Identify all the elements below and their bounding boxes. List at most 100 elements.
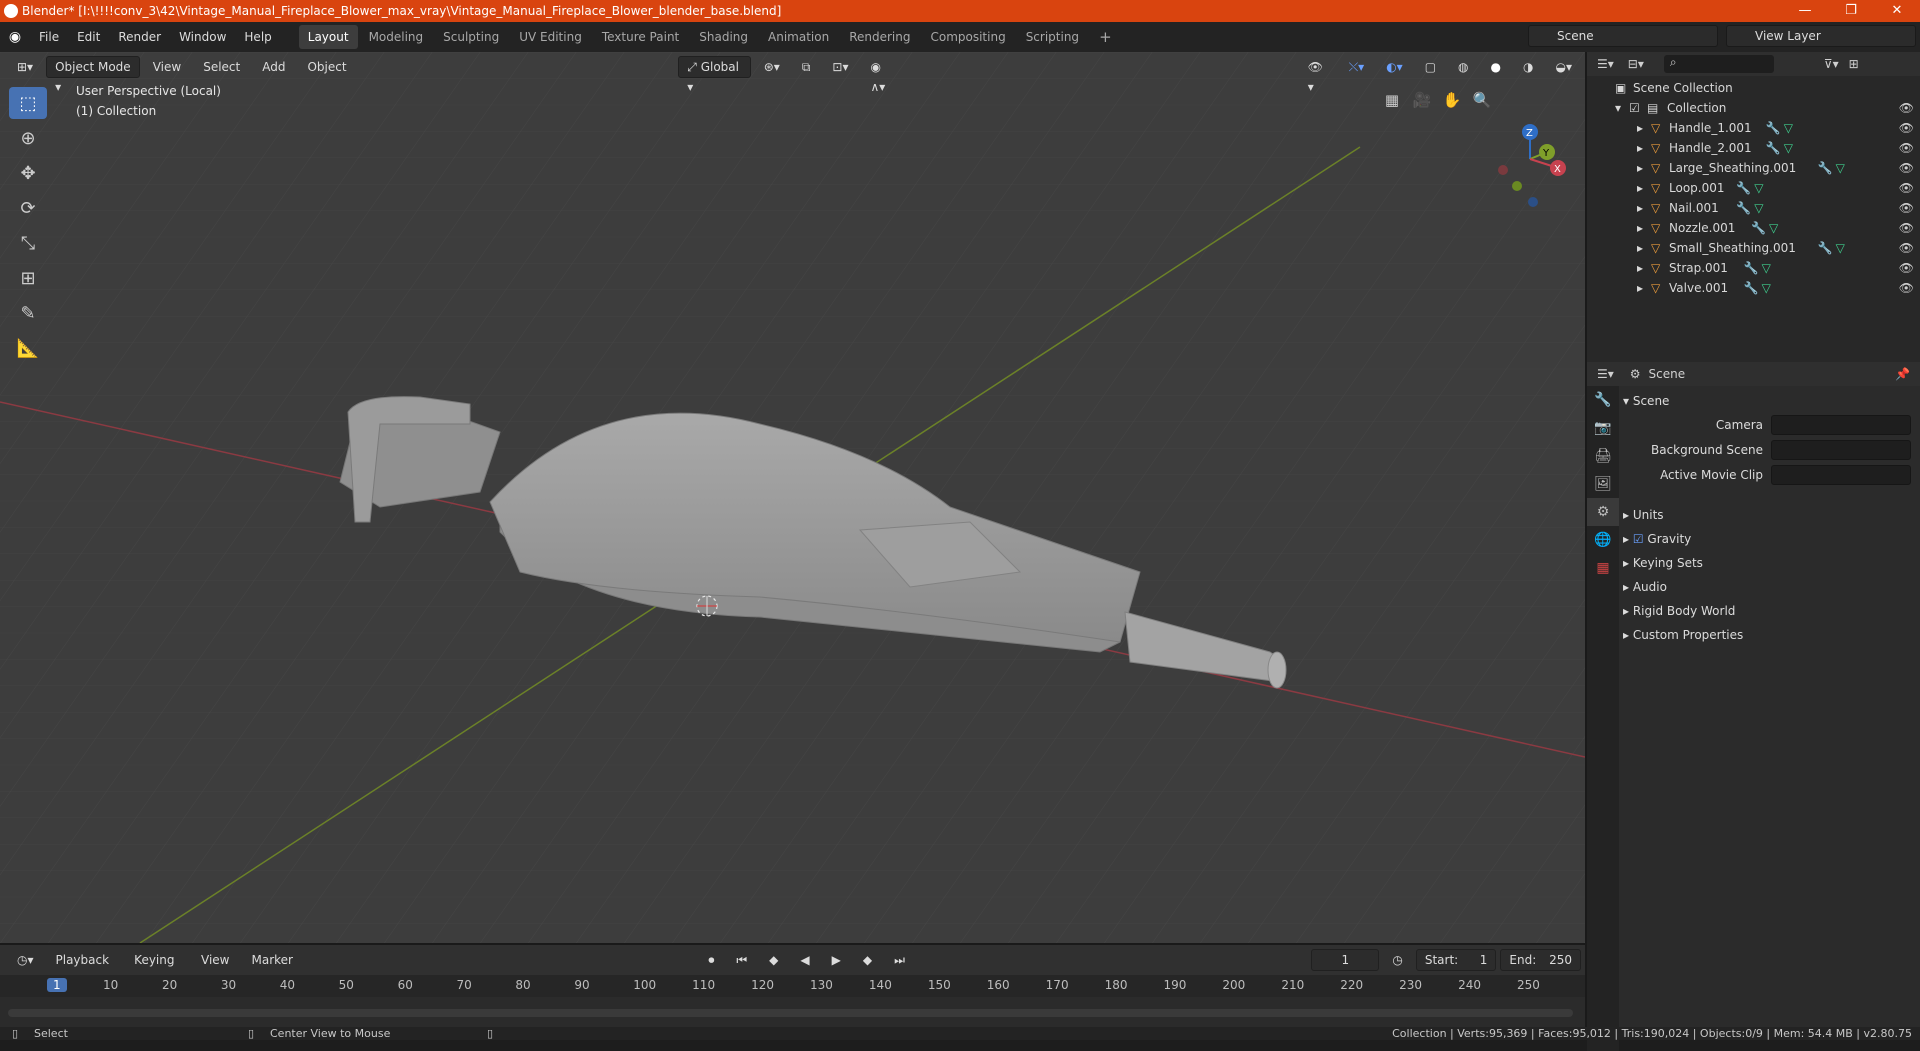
start-frame-field[interactable]: Start: 1 (1415, 949, 1497, 971)
property-section[interactable]: ▸ Custom Properties (1623, 624, 1920, 646)
workspace-tab-scripting[interactable]: Scripting (1017, 25, 1088, 49)
expand-arrow-icon[interactable]: ▸ (1637, 178, 1643, 198)
restore-button[interactable]: ❐ (1828, 0, 1874, 22)
menu-edit[interactable]: Edit (68, 22, 109, 52)
outliner-object-row[interactable]: ▸ ▽ Valve.001 🔧 ▽ 👁 (1587, 278, 1920, 298)
proportional-editing-icon[interactable]: ◉ ∧▾ (861, 56, 905, 94)
property-value-field[interactable] (1771, 415, 1911, 435)
outliner-object-row[interactable]: ▸ ▽ Strap.001 🔧 ▽ 👁 (1587, 258, 1920, 278)
pivot-point-icon[interactable]: ⊛▾ (755, 56, 789, 78)
select-box-tool-icon[interactable]: ⬚ (9, 87, 47, 119)
modifier-icon[interactable]: 🔧 (1751, 218, 1766, 238)
outliner-scene-collection[interactable]: ▣ Scene Collection (1587, 78, 1920, 98)
scene-selector[interactable]: Scene (1528, 25, 1718, 47)
workspace-tab-modeling[interactable]: Modeling (360, 25, 433, 49)
outliner-display-mode-icon[interactable]: ⊟▾ (1628, 57, 1644, 71)
timeline-scrollbar[interactable] (8, 1009, 1573, 1017)
mesh-data-icon[interactable]: ▽ (1762, 278, 1771, 298)
expand-arrow-icon[interactable]: ▸ (1637, 258, 1643, 278)
mesh-data-icon[interactable]: ▽ (1754, 178, 1763, 198)
play-reverse-icon[interactable]: ◀ (791, 949, 818, 971)
current-frame-field[interactable]: 1 (1311, 949, 1380, 971)
close-button[interactable]: ✕ (1874, 0, 1920, 22)
modifier-icon[interactable]: 🔧 (1736, 178, 1751, 198)
property-section[interactable]: ▸ Rigid Body World (1623, 600, 1920, 622)
rotate-tool-icon[interactable]: ⟳ (9, 192, 47, 224)
menu-window[interactable]: Window (170, 22, 235, 52)
menu-add[interactable]: Add (253, 56, 294, 78)
outliner-object-row[interactable]: ▸ ▽ Large_Sheathing.001 🔧 ▽ 👁 (1587, 158, 1920, 178)
object-name[interactable]: Valve.001 (1669, 278, 1728, 298)
preview-range-icon[interactable]: ◷ (1383, 949, 1411, 971)
object-name[interactable]: Nozzle.001 (1669, 218, 1735, 238)
jump-end-icon[interactable]: ⏭ (885, 949, 914, 971)
pan-view-icon[interactable]: ✋ (1438, 86, 1466, 114)
property-value-field[interactable] (1771, 440, 1911, 460)
modifier-icon[interactable]: 🔧 (1736, 198, 1751, 218)
outliner-search-input[interactable]: ⌕ (1663, 55, 1774, 73)
modifier-icon[interactable]: 🔧 (1818, 238, 1833, 258)
workspace-tab-compositing[interactable]: Compositing (921, 25, 1014, 49)
object-name[interactable]: Small_Sheathing.001 (1669, 238, 1796, 258)
current-frame-indicator[interactable]: 1 (47, 978, 67, 992)
mesh-data-icon[interactable]: ▽ (1784, 118, 1793, 138)
outliner-object-row[interactable]: ▸ ▽ Loop.001 🔧 ▽ 👁 (1587, 178, 1920, 198)
end-frame-field[interactable]: End: 250 (1500, 949, 1581, 971)
object-name[interactable]: Handle_1.001 (1669, 118, 1752, 138)
collection-checkbox[interactable]: ☑ (1629, 98, 1640, 118)
menu-object[interactable]: Object (298, 56, 355, 78)
modifier-icon[interactable]: 🔧 (1744, 258, 1759, 278)
mesh-data-icon[interactable]: ▽ (1784, 138, 1793, 158)
expand-arrow-icon[interactable]: ▸ (1637, 198, 1643, 218)
visibility-eye-icon[interactable]: 👁 (1899, 198, 1914, 218)
mesh-data-icon[interactable]: ▽ (1769, 218, 1778, 238)
new-collection-icon[interactable]: ⊞ (1849, 57, 1859, 71)
scene-panel-header[interactable]: ▾ Scene (1623, 390, 1920, 412)
visibility-eye-icon[interactable]: 👁 (1899, 218, 1914, 238)
toggle-perspective-icon[interactable]: ▦ (1378, 86, 1406, 114)
transform-orientation-dropdown[interactable]: ⤢ Global ▾ (678, 56, 751, 94)
object-name[interactable]: Handle_2.001 (1669, 138, 1752, 158)
render-tab-icon[interactable]: 📷 (1587, 414, 1619, 442)
outliner-object-row[interactable]: ▸ ▽ Small_Sheathing.001 🔧 ▽ 👁 (1587, 238, 1920, 258)
menu-timeline-view[interactable]: View (192, 949, 238, 971)
minimize-button[interactable]: — (1782, 0, 1828, 22)
mesh-data-icon[interactable]: ▽ (1836, 158, 1845, 178)
view-layer-selector[interactable]: View Layer (1726, 25, 1916, 47)
modifier-icon[interactable]: 🔧 (1766, 118, 1781, 138)
snap-icon[interactable]: ⧉ (793, 56, 820, 78)
jump-keyframe-forward-icon[interactable]: ◆ (854, 949, 881, 971)
shading-rendered-icon[interactable]: ◒▾ (1547, 56, 1582, 78)
mesh-data-icon[interactable]: ▽ (1762, 258, 1771, 278)
gizmo-toggle-icon[interactable]: ⤬▾ (1340, 56, 1374, 78)
mesh-data-icon[interactable]: ▽ (1754, 198, 1763, 218)
jump-keyframe-back-icon[interactable]: ◆ (760, 949, 787, 971)
menu-playback[interactable]: Playback ▾ (47, 949, 122, 987)
3d-viewport[interactable]: Z Y X ⊞▾ Object Mode ▾ View Select Add O… (0, 52, 1585, 943)
expand-arrow-icon[interactable]: ▸ (1637, 218, 1643, 238)
object-name[interactable]: Strap.001 (1669, 258, 1728, 278)
object-name[interactable]: Loop.001 (1669, 178, 1725, 198)
visibility-icon[interactable]: 👁▾ (1299, 56, 1336, 94)
pin-icon[interactable]: 📌 (1895, 367, 1910, 381)
texture-tab-icon[interactable]: ▦ (1587, 554, 1619, 582)
shading-material-icon[interactable]: ◑ (1514, 56, 1542, 78)
workspace-tab-uv-editing[interactable]: UV Editing (510, 25, 591, 49)
visibility-eye-icon[interactable]: 👁 (1899, 138, 1914, 158)
zoom-view-icon[interactable]: 🔍 (1468, 86, 1496, 114)
visibility-eye-icon[interactable]: 👁 (1899, 158, 1914, 178)
workspace-tab-sculpting[interactable]: Sculpting (434, 25, 508, 49)
visibility-eye-icon[interactable]: 👁 (1899, 98, 1914, 118)
property-value-field[interactable] (1771, 465, 1911, 485)
expand-arrow-icon[interactable]: ▸ (1637, 118, 1643, 138)
filter-icon[interactable]: ⊽▾ (1824, 57, 1839, 71)
expand-arrow-icon[interactable]: ▸ (1637, 138, 1643, 158)
measure-tool-icon[interactable]: 📐 (9, 332, 47, 364)
menu-file[interactable]: File (30, 22, 68, 52)
mesh-data-icon[interactable]: ▽ (1836, 238, 1845, 258)
output-tab-icon[interactable]: 🖨 (1587, 442, 1619, 470)
property-section[interactable]: ▸ Units (1623, 504, 1920, 526)
workspace-tab-texture-paint[interactable]: Texture Paint (593, 25, 688, 49)
jump-start-icon[interactable]: ⏮ (727, 949, 756, 971)
shading-solid-icon[interactable]: ● (1482, 56, 1510, 78)
